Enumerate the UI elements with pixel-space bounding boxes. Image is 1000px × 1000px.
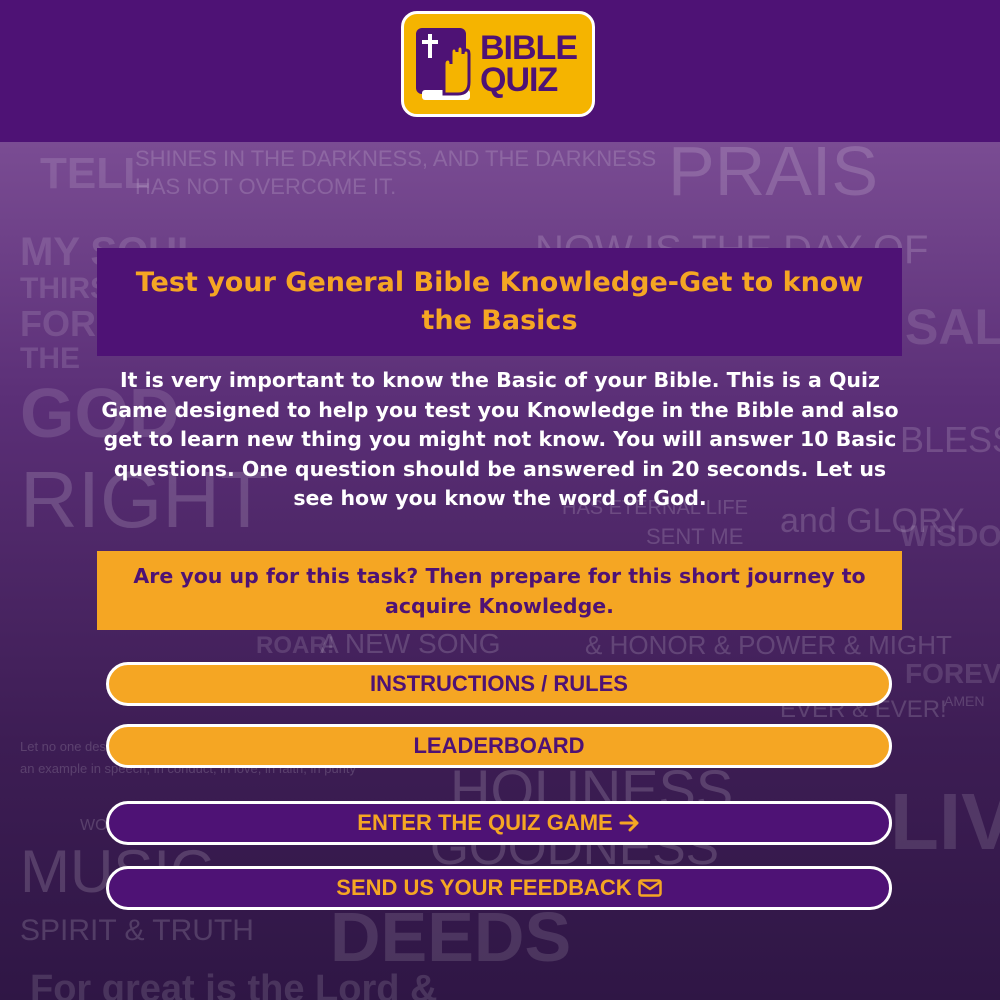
bg-word: PRAIS bbox=[668, 142, 879, 210]
enter-quiz-button-label: ENTER THE QUIZ GAME bbox=[357, 810, 613, 835]
bg-word: SALVATION bbox=[905, 299, 1000, 355]
bg-word: FOR bbox=[20, 303, 96, 344]
bg-word: SENT ME bbox=[646, 524, 744, 549]
bg-word: LIVING bbox=[890, 777, 1000, 866]
envelope-icon bbox=[637, 879, 662, 897]
bg-word: AMEN bbox=[944, 693, 985, 709]
cta-text: Are you up for this task? Then prepare f… bbox=[133, 563, 866, 618]
bg-word: For great is the Lord & bbox=[30, 968, 438, 1000]
bg-word: FOREVER bbox=[905, 658, 1000, 689]
bg-word: HAS NOT OVERCOME IT. bbox=[135, 174, 397, 199]
instructions-button-label: INSTRUCTIONS / RULES bbox=[370, 671, 628, 696]
instructions-button[interactable]: INSTRUCTIONS / RULES bbox=[106, 662, 892, 706]
bg-word: THE bbox=[20, 342, 80, 375]
send-feedback-button[interactable]: SEND US YOUR FEEDBACK bbox=[106, 866, 892, 910]
bg-word: WISDOM bbox=[900, 520, 1000, 553]
cta-banner: Are you up for this task? Then prepare f… bbox=[97, 551, 902, 630]
enter-quiz-button[interactable]: ENTER THE QUIZ GAME bbox=[106, 801, 892, 845]
logo-word-bible: BIBLE bbox=[480, 29, 578, 67]
leaderboard-button[interactable]: LEADERBOARD bbox=[106, 724, 892, 768]
bg-word: A NEW SONG bbox=[320, 628, 501, 659]
bg-word: SHINES IN THE DARKNESS, AND THE DARKNESS bbox=[135, 146, 657, 171]
send-feedback-button-label: SEND US YOUR FEEDBACK bbox=[336, 875, 632, 900]
page-title: Test your General Bible Knowledge-Get to… bbox=[135, 267, 864, 336]
bg-word: TELL bbox=[40, 149, 150, 198]
logo-word-quiz: QUIZ bbox=[480, 61, 558, 99]
bg-word: & HONOR & POWER & MIGHT bbox=[585, 630, 952, 660]
bg-word: SPIRIT & TRUTH bbox=[20, 914, 254, 947]
arrow-right-icon bbox=[619, 813, 641, 833]
title-banner: Test your General Bible Knowledge-Get to… bbox=[97, 248, 902, 356]
bg-word: BLESSING bbox=[900, 419, 1000, 460]
intro-description: It is very important to know the Basic o… bbox=[101, 368, 899, 510]
leaderboard-button-label: LEADERBOARD bbox=[413, 733, 585, 758]
bible-hand-icon bbox=[416, 28, 471, 100]
bible-quiz-logo[interactable]: BIBLE QUIZ bbox=[401, 11, 595, 117]
header-bar: BIBLE QUIZ bbox=[0, 0, 1000, 142]
bg-word: DEEDS bbox=[330, 898, 572, 976]
bg-word: ROAR! bbox=[256, 632, 335, 659]
